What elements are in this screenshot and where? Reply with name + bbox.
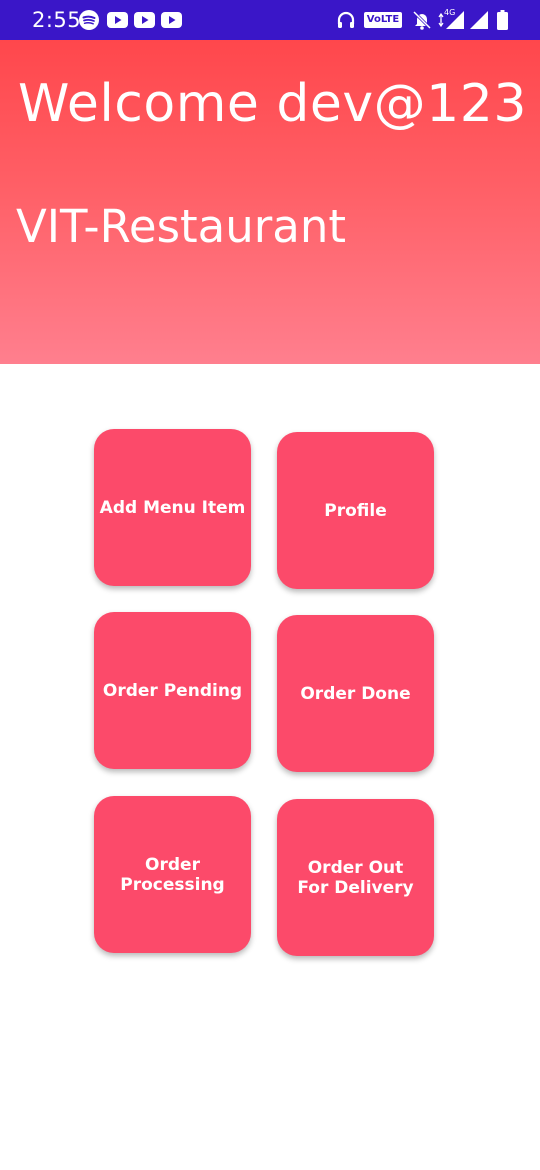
youtube-icon <box>107 12 128 28</box>
status-time: 2:55 <box>32 8 82 32</box>
order-done-label: Order Done <box>300 683 411 704</box>
spotify-icon <box>79 10 99 30</box>
signal-icon <box>470 11 488 29</box>
restaurant-name: VIT-Restaurant <box>16 200 347 253</box>
order-done-button[interactable]: Order Done <box>277 615 434 772</box>
welcome-header: Welcome dev@123 VIT-Restaurant <box>0 40 540 364</box>
add-menu-item-button[interactable]: Add Menu Item <box>94 429 251 586</box>
mute-icon <box>412 10 432 30</box>
order-pending-label: Order Pending <box>102 680 243 701</box>
youtube-icon <box>134 12 155 28</box>
profile-label: Profile <box>324 500 387 521</box>
youtube-icon <box>161 12 182 28</box>
add-menu-item-label: Add Menu Item <box>99 497 246 518</box>
signal-icon <box>438 11 464 29</box>
profile-button[interactable]: Profile <box>277 432 434 589</box>
order-processing-label: Order Processing <box>120 854 225 895</box>
welcome-title: Welcome dev@123 <box>18 74 527 134</box>
status-bar: 2:55 VoLTE 4G <box>0 0 540 40</box>
headphones-icon <box>337 11 355 28</box>
volte-icon: VoLTE <box>364 12 402 28</box>
order-out-for-delivery-button[interactable]: Order Out For Delivery <box>277 799 434 956</box>
order-processing-button[interactable]: Order Processing <box>94 796 251 953</box>
battery-icon <box>497 10 508 30</box>
order-out-for-delivery-label: Order Out For Delivery <box>297 857 414 898</box>
order-pending-button[interactable]: Order Pending <box>94 612 251 769</box>
